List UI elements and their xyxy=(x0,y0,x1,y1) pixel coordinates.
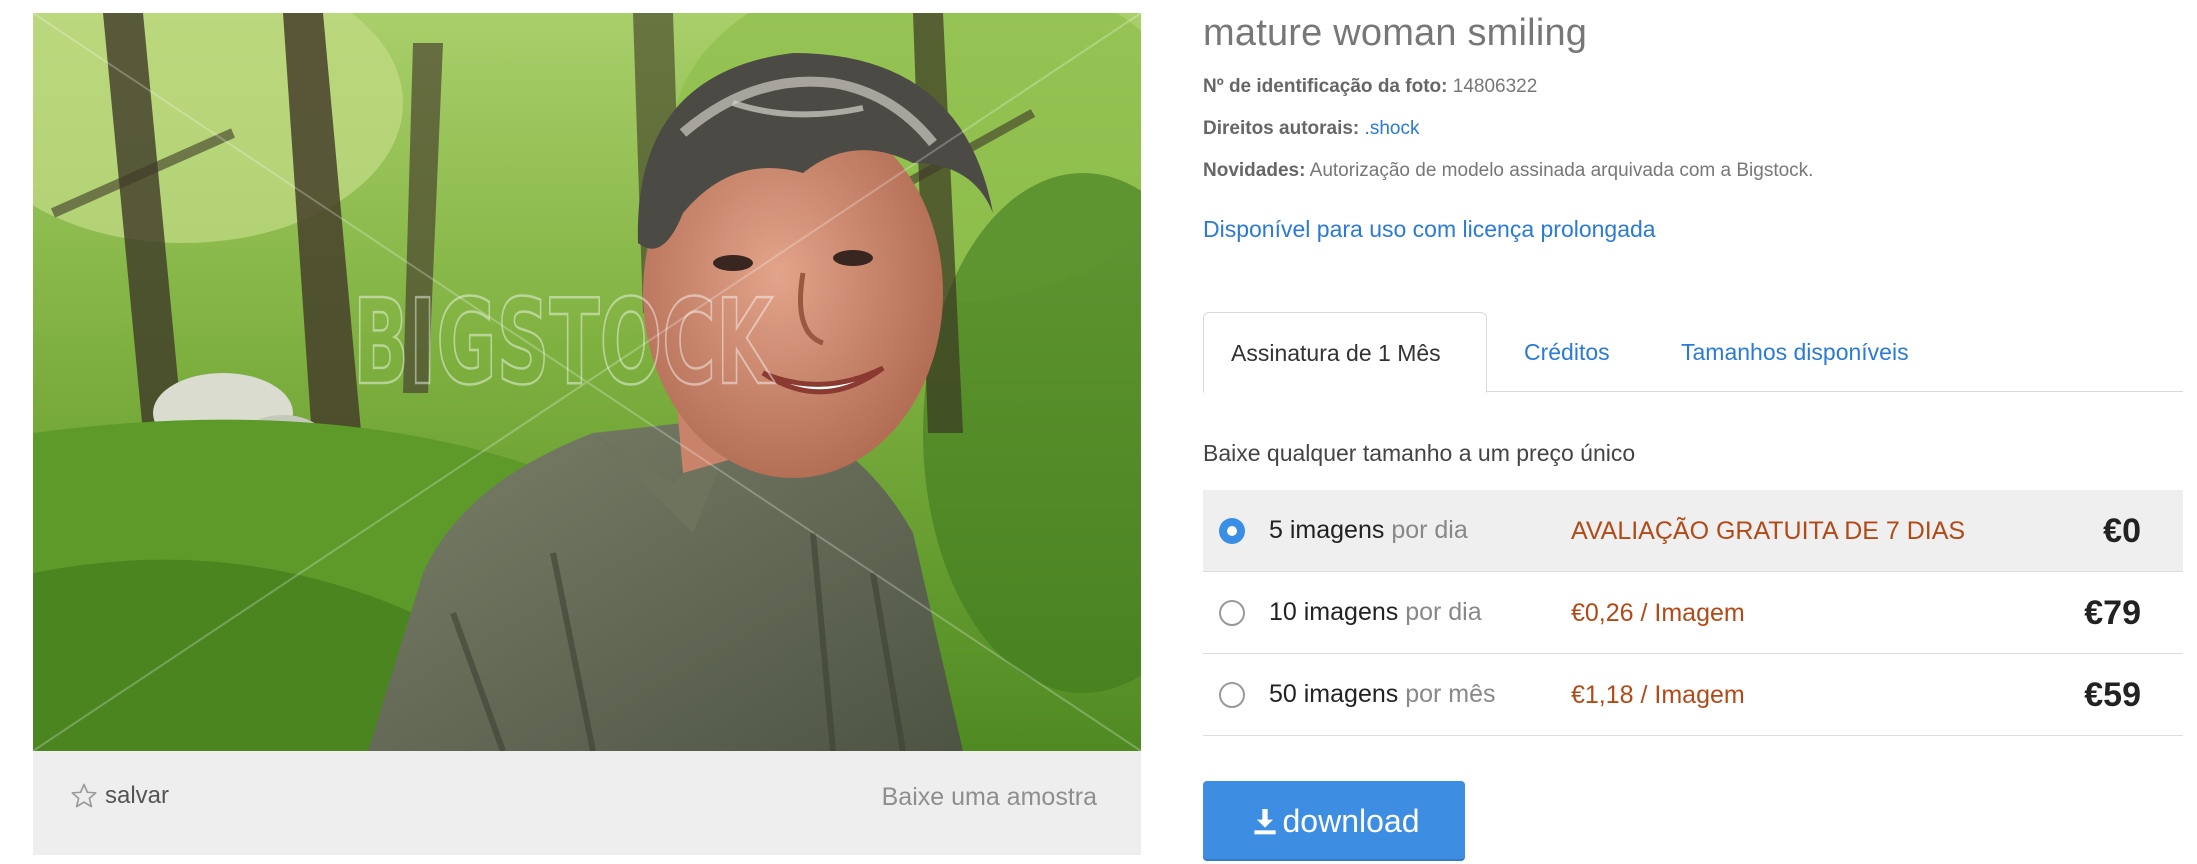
photo-id-label: Nº de identificação da foto: xyxy=(1203,76,1448,97)
plan-quantity: 10 imagens por dia xyxy=(1269,598,1482,627)
plan-period: por dia xyxy=(1405,598,1482,626)
plan-offer: AVALIAÇÃO GRATUITA DE 7 DIAS xyxy=(1571,517,1966,545)
pricing-tagline: Baixe qualquer tamanho a um preço único xyxy=(1203,440,1636,466)
plan-option[interactable]: 5 imagens por dia AVALIAÇÃO GRATUITA DE … xyxy=(1203,490,2183,572)
photo-action-bar: salvar Baixe uma amostra xyxy=(33,751,1141,855)
radio-selected-icon[interactable] xyxy=(1219,518,1245,544)
tab-subscription[interactable]: Assinatura de 1 Mês xyxy=(1203,312,1487,393)
tab-available-sizes[interactable]: Tamanhos disponíveis xyxy=(1654,312,1936,392)
save-label: salvar xyxy=(105,782,170,809)
pricing-tabs: Assinatura de 1 Mês Créditos Tamanhos di… xyxy=(1203,312,2183,393)
download-label: download xyxy=(1282,802,1420,839)
plan-images: 10 imagens xyxy=(1269,598,1399,626)
photo-image: BIGSTOCK xyxy=(33,13,1141,751)
plan-price: €79 xyxy=(2084,594,2141,632)
tab-credits[interactable]: Créditos xyxy=(1497,312,1637,392)
plan-offer: €1,18 / Imagem xyxy=(1571,681,1745,709)
radio-unselected-icon[interactable] xyxy=(1219,600,1245,626)
plan-period: por mês xyxy=(1405,680,1496,708)
download-sample-link[interactable]: Baixe uma amostra xyxy=(882,783,1097,812)
star-icon xyxy=(71,783,97,808)
copyright-row: Direitos autorais: .shock xyxy=(1203,118,1419,140)
plan-quantity: 5 imagens por dia xyxy=(1269,516,1468,545)
plan-option[interactable]: 10 imagens por dia €0,26 / Imagem €79 xyxy=(1203,572,2183,654)
plan-list: 5 imagens por dia AVALIAÇÃO GRATUITA DE … xyxy=(1203,490,2183,736)
plan-images: 5 imagens xyxy=(1269,516,1385,544)
plan-option[interactable]: 50 imagens por mês €1,18 / Imagem €59 xyxy=(1203,654,2183,736)
photo-id-row: Nº de identificação da foto: 14806322 xyxy=(1203,76,1537,98)
news-row: Novidades: Autorização de modelo assinad… xyxy=(1203,160,1813,182)
copyright-label: Direitos autorais: xyxy=(1203,118,1360,139)
photo-id-value: 14806322 xyxy=(1452,76,1538,97)
plan-quantity: 50 imagens por mês xyxy=(1269,680,1496,709)
plan-price: €0 xyxy=(2103,512,2141,550)
download-button[interactable]: download xyxy=(1203,781,1465,861)
radio-unselected-icon[interactable] xyxy=(1219,682,1245,708)
plan-period: por dia xyxy=(1391,516,1468,544)
plan-offer: €0,26 / Imagem xyxy=(1571,599,1745,627)
photo-info-panel: mature woman smiling Nº de identificação… xyxy=(1203,0,2183,864)
plan-images: 50 imagens xyxy=(1269,680,1399,708)
news-value: Autorização de modelo assinada arquivada… xyxy=(1309,160,1814,181)
save-button[interactable]: salvar xyxy=(69,781,169,811)
download-icon xyxy=(1253,809,1276,835)
stock-photo[interactable]: BIGSTOCK xyxy=(33,13,1141,751)
plan-price: €59 xyxy=(2084,676,2141,714)
copyright-link[interactable]: .shock xyxy=(1365,118,1420,139)
extended-license-link[interactable]: Disponível para uso com licença prolonga… xyxy=(1203,216,1656,243)
photo-title: mature woman smiling xyxy=(1203,12,1588,54)
news-label: Novidades: xyxy=(1203,160,1306,181)
watermark-text: BIGSTOCK xyxy=(353,273,776,411)
